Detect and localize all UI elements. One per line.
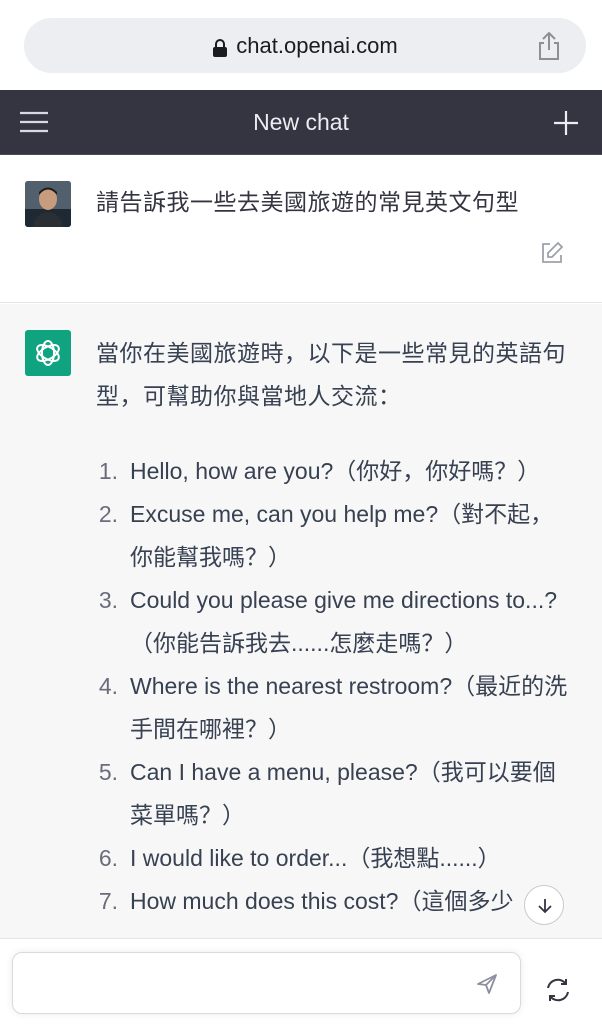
regenerate-icon[interactable] <box>544 976 572 1004</box>
list-item-text: Can I have a menu, please?（我可以要個菜單嗎？） <box>130 759 556 828</box>
list-item: 7. How much does this cost?（這個多少 <box>82 880 572 923</box>
list-item-text: Could you please give me directions to..… <box>130 587 558 656</box>
list-item-text: Where is the nearest restroom?（最近的洗手間在哪裡… <box>130 673 568 742</box>
user-avatar <box>25 181 71 227</box>
openai-logo-icon <box>25 330 71 376</box>
user-message: 請告訴我一些去美國旅遊的常見英文句型 <box>0 155 602 303</box>
lock-icon <box>212 37 228 57</box>
list-item: 1. Hello, how are you?（你好，你好嗎？） <box>82 450 572 493</box>
app-header: New chat <box>0 90 602 155</box>
address-bar[interactable]: chat.openai.com <box>24 18 586 73</box>
arrow-down-icon <box>538 899 552 914</box>
browser-bar: chat.openai.com <box>0 0 602 90</box>
list-item: 3. Could you please give me directions to… <box>82 579 572 665</box>
list-number: 1. <box>98 458 118 484</box>
message-input-box[interactable] <box>12 952 521 1014</box>
composer <box>0 938 602 1024</box>
message-input[interactable] <box>27 961 467 1005</box>
list-number: 2. <box>98 501 118 527</box>
list-item-text: I would like to order...（我想點......） <box>130 845 501 871</box>
share-icon[interactable] <box>534 30 564 62</box>
scroll-to-bottom-button[interactable] <box>524 885 564 925</box>
list-number: 5. <box>98 759 118 785</box>
list-item: 4. Where is the nearest restroom?（最近的洗手間在… <box>82 665 572 751</box>
phrase-list: 1. Hello, how are you?（你好，你好嗎？） 2. Excuse … <box>82 450 572 923</box>
list-item: 6. I would like to order...（我想點......） <box>82 837 572 880</box>
list-item-text: Excuse me, can you help me?（對不起，你能幫我嗎？） <box>130 501 554 570</box>
new-chat-plus-icon[interactable] <box>552 109 580 137</box>
page-title: New chat <box>253 109 349 135</box>
user-message-text: 請告訴我一些去美國旅遊的常見英文句型 <box>96 189 519 215</box>
list-number: 3. <box>98 587 118 613</box>
assistant-message: 當你在美國旅遊時，以下是一些常見的英語句型，可幫助你與當地人交流： 1. Hell… <box>0 304 602 938</box>
list-item: 5. Can I have a menu, please?（我可以要個菜單嗎？） <box>82 751 572 837</box>
url-text: chat.openai.com <box>236 32 398 58</box>
list-number: 6. <box>98 845 118 871</box>
list-number: 7. <box>98 888 118 914</box>
send-icon[interactable] <box>476 973 498 995</box>
list-item: 2. Excuse me, can you help me?（對不起，你能幫我嗎？… <box>82 493 572 579</box>
list-number: 4. <box>98 673 118 699</box>
list-item-text: Hello, how are you?（你好，你好嗎？） <box>130 458 541 484</box>
list-item-text: How much does this cost?（這個多少 <box>130 888 514 914</box>
assistant-intro-text: 當你在美國旅遊時，以下是一些常見的英語句型，可幫助你與當地人交流： <box>96 340 566 409</box>
url-display[interactable]: chat.openai.com <box>24 18 586 73</box>
edit-icon[interactable] <box>540 241 564 265</box>
